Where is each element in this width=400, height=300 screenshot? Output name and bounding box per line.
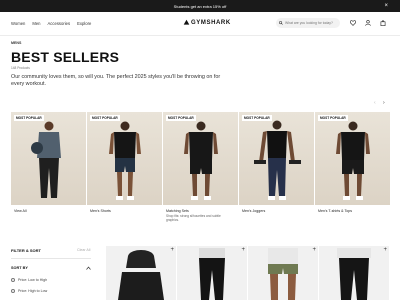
category-card-matching-sets[interactable]: MOST POPULAR Matching Sets Shop fits: st… [163,112,238,230]
nav-explore[interactable]: Explore [77,21,91,26]
product-count: 148 Products [11,66,30,70]
breadcrumb[interactable]: MENS [11,41,21,45]
add-to-wishlist-icon[interactable]: + [312,247,316,253]
divider [11,258,91,259]
category-card-tshirts-tops[interactable]: MOST POPULAR Men's T-shirts & Tops [315,112,390,230]
promo-text: Students get an extra 15% off [173,3,227,9]
product-image [199,248,225,300]
category-card-joggers[interactable]: MOST POPULAR Men's Joggers [239,112,314,230]
category-carousel: MOST POPULAR View All MOST POPULAR Men's… [11,112,390,230]
category-label[interactable]: View All [14,209,27,213]
logo-text: GYMSHARK [191,20,231,27]
category-image: MOST POPULAR [163,112,238,205]
model-figure-icon [184,121,218,200]
main-nav: Women Men Accessories Explore [11,21,91,26]
heart-icon[interactable] [348,18,358,28]
page-description: Our community loves them, so will you. T… [11,74,221,87]
sort-option-high-low[interactable]: Price: High to Low [11,289,47,293]
bag-icon[interactable] [378,18,388,28]
promo-bar: Students get an extra 15% off × [0,0,400,12]
product-card[interactable]: + [319,246,389,300]
add-to-wishlist-icon[interactable]: + [170,247,174,253]
search-input[interactable] [285,21,339,25]
sort-option-low-high[interactable]: Price: Low to High [11,278,47,282]
search-icon [279,21,283,25]
model-figure-icon [336,121,370,200]
close-icon[interactable]: × [384,2,388,10]
sort-by-heading[interactable]: SORT BY [11,266,28,270]
category-image: MOST POPULAR [87,112,162,205]
filter-sort-title: FILTER & SORT [11,248,41,253]
category-label[interactable]: Men's T-shirts & Tops [318,209,352,213]
shark-logo-icon [183,19,190,25]
category-image: MOST POPULAR [11,112,86,205]
category-image: MOST POPULAR [315,112,390,205]
carousel-prev-button[interactable]: ‹ [374,100,376,106]
radio-icon[interactable] [11,278,15,282]
model-figure-icon [254,120,301,200]
user-icon[interactable] [363,18,373,28]
category-card-view-all[interactable]: MOST POPULAR View All [11,112,86,230]
product-image [337,248,371,300]
category-label[interactable]: Men's Joggers [242,209,265,213]
site-header: Women Men Accessories Explore GYMSHARK [0,12,400,36]
category-subtext: Shop fits: strong silhouettes and subtle… [166,214,221,222]
model-figure-icon [31,121,61,198]
most-popular-badge: MOST POPULAR [14,115,44,121]
category-label[interactable]: Matching Sets [166,209,189,213]
sort-option-label: Price: High to Low [18,289,48,293]
clear-all-button[interactable]: Clear All [77,248,90,252]
category-card-shorts[interactable]: MOST POPULAR Men's Shorts [87,112,162,230]
most-popular-badge: MOST POPULAR [318,115,348,121]
nav-accessories[interactable]: Accessories [48,21,71,26]
category-label[interactable]: Men's Shorts [90,209,111,213]
model-figure-icon [109,121,141,200]
radio-icon[interactable] [11,289,15,293]
search-bar[interactable] [276,18,340,28]
most-popular-badge: MOST POPULAR [90,115,120,121]
product-grid: + + + + [106,246,389,300]
page-title: BEST SELLERS [11,49,120,65]
product-card[interactable]: + [248,246,318,300]
product-card[interactable]: + [177,246,247,300]
carousel-next-button[interactable]: › [383,100,385,106]
product-card[interactable]: + [106,246,176,300]
nav-women[interactable]: Women [11,21,25,26]
most-popular-badge: MOST POPULAR [166,115,196,121]
add-to-wishlist-icon[interactable]: + [241,247,245,253]
product-image [268,248,298,300]
sort-option-label: Price: Low to High [18,278,48,282]
nav-men[interactable]: Men [32,21,40,26]
category-image: MOST POPULAR [239,112,314,205]
logo[interactable]: GYMSHARK [183,19,231,26]
product-image [118,250,164,300]
add-to-wishlist-icon[interactable]: + [383,247,387,253]
most-popular-badge: MOST POPULAR [242,115,272,121]
chevron-up-icon[interactable] [86,266,91,270]
